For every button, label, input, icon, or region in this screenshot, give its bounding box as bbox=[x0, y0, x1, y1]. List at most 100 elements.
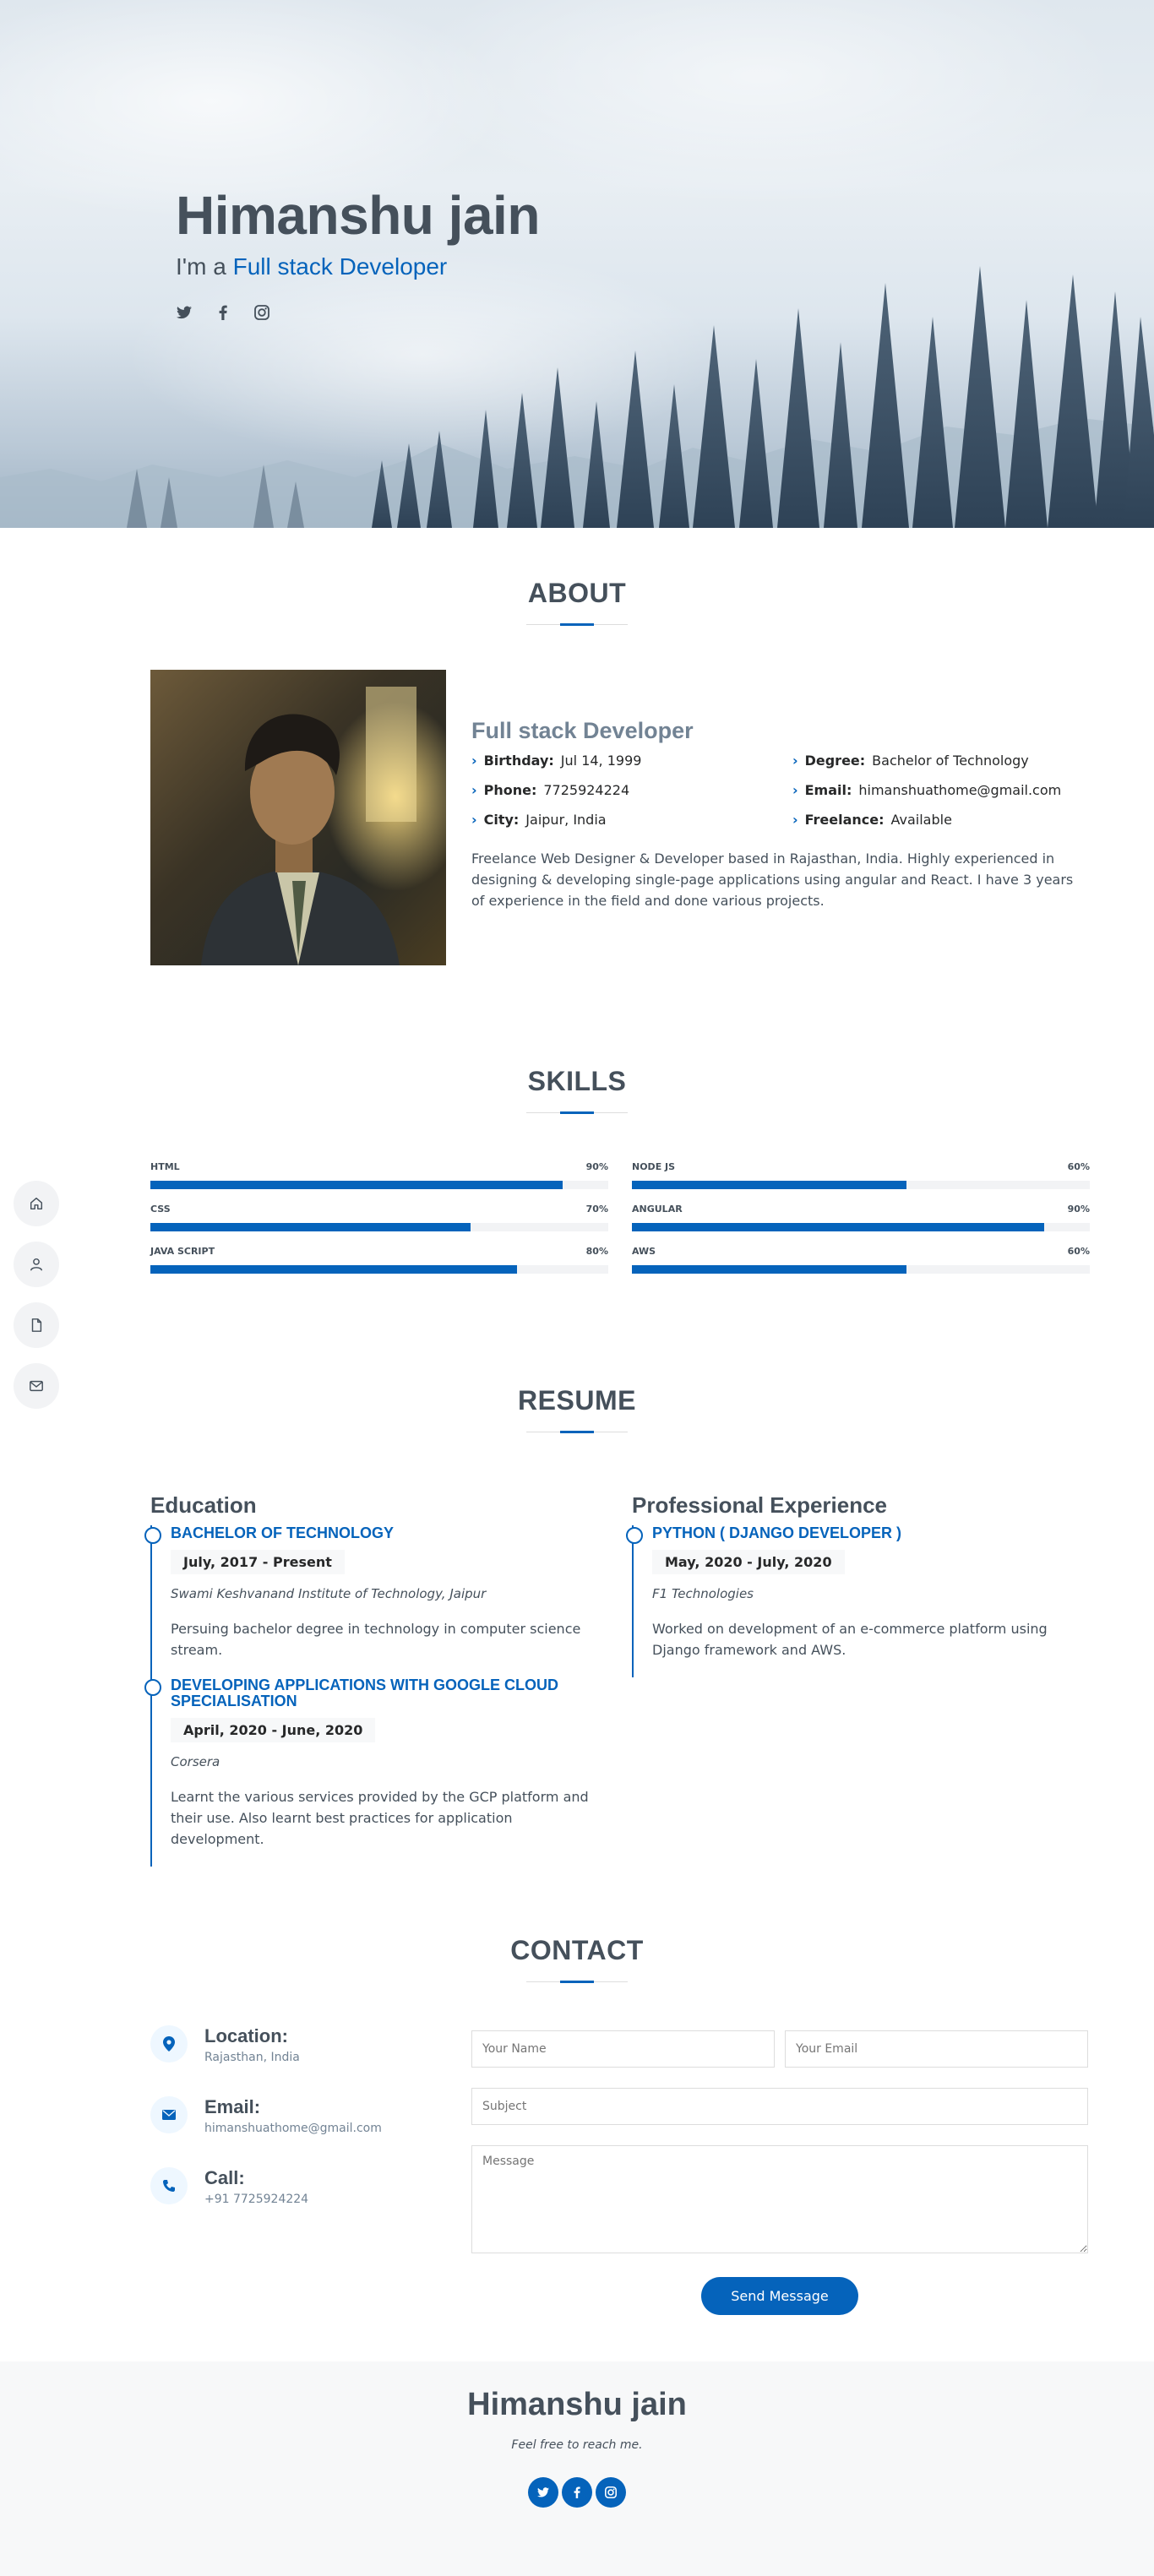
resume-item-date: May, 2020 - July, 2020 bbox=[652, 1550, 845, 1574]
instagram-icon[interactable] bbox=[253, 304, 270, 321]
fact-city: › City: Jaipur, India bbox=[471, 812, 792, 828]
home-icon bbox=[30, 1197, 43, 1210]
resume-title: RESUME bbox=[0, 1385, 1154, 1433]
experience-column: Professional Experience PYTHON ( DJANGO … bbox=[626, 1492, 1090, 1677]
map-marker-icon bbox=[150, 2025, 188, 2062]
resume-item-date: July, 2017 - Present bbox=[171, 1550, 345, 1574]
footer: Himanshu jain Feel free to reach me. bbox=[0, 2361, 1154, 2576]
skill-javascript: JAVA SCRIPT 80% bbox=[150, 1246, 608, 1274]
name-input[interactable] bbox=[471, 2030, 775, 2068]
tagline-typed: Full stack Developer bbox=[232, 253, 448, 280]
skill-bar-fill bbox=[150, 1181, 563, 1189]
nav-home-button[interactable] bbox=[14, 1181, 59, 1226]
contact-label: Location: bbox=[204, 2025, 288, 2046]
hero-content: Himanshu jain I'm a Full stack Developer bbox=[176, 184, 540, 321]
about-role: Full stack Developer bbox=[471, 718, 694, 743]
chevron-right-icon: › bbox=[471, 782, 477, 798]
nav-resume-button[interactable] bbox=[14, 1302, 59, 1348]
instagram-icon[interactable] bbox=[596, 2477, 626, 2508]
chevron-right-icon: › bbox=[792, 753, 798, 769]
about-facts: › Birthday: Jul 14, 1999 › Degree: Bachelor … bbox=[471, 753, 1088, 828]
fact-value: himanshuathome@gmail.com bbox=[858, 782, 1062, 798]
contact-value[interactable]: himanshuathome@gmail.com bbox=[204, 2122, 382, 2135]
education-column: Education BACHELOR OF TECHNOLOGY July, 2… bbox=[144, 1492, 608, 1867]
about-description: Freelance Web Designer & Developer based… bbox=[471, 851, 1074, 909]
contact-form: Send Message bbox=[471, 2030, 1088, 2315]
title-underline bbox=[526, 1981, 628, 1983]
fact-label: Birthday: bbox=[483, 753, 554, 769]
profile-portrait bbox=[201, 687, 416, 965]
resume-item-institution: Swami Keshvanand Institute of Technology… bbox=[171, 1586, 487, 1601]
hero-name: Himanshu jain bbox=[176, 185, 540, 246]
hero-tagline: I'm a Full stack Developer bbox=[176, 253, 540, 280]
subject-input[interactable] bbox=[471, 2088, 1088, 2125]
skill-bar-fill bbox=[632, 1265, 907, 1274]
nav-about-button[interactable] bbox=[14, 1242, 59, 1287]
experience-heading: Professional Experience bbox=[632, 1492, 888, 1518]
skill-name: AWS bbox=[632, 1246, 656, 1257]
about-title: ABOUT bbox=[0, 578, 1154, 626]
resume-item-date: April, 2020 - June, 2020 bbox=[171, 1718, 376, 1742]
skill-name: HTML bbox=[150, 1161, 180, 1172]
contact-info: Location: Rajasthan, India Email: himanshu… bbox=[150, 2025, 429, 2238]
envelope-icon bbox=[150, 2096, 188, 2133]
resume-item-title: PYTHON ( DJANGO DEVELOPER ) bbox=[652, 1524, 902, 1541]
resume-item-title: BACHELOR OF TECHNOLOGY bbox=[171, 1524, 394, 1541]
resume-item-description: Worked on development of an e-commerce p… bbox=[652, 1621, 1048, 1658]
chevron-right-icon: › bbox=[471, 812, 477, 828]
contact-label: Call: bbox=[204, 2167, 245, 2188]
skill-value: 60% bbox=[1067, 1246, 1090, 1257]
fact-label: City: bbox=[483, 812, 520, 828]
email-input[interactable] bbox=[785, 2030, 1088, 2068]
skill-html: HTML 90% bbox=[150, 1161, 608, 1189]
resume-item-description: Persuing bachelor degree in technology i… bbox=[171, 1621, 581, 1658]
skill-aws: AWS 60% bbox=[632, 1246, 1090, 1274]
skill-bar bbox=[632, 1265, 1090, 1274]
fact-email: › Email: himanshuathome@gmail.com bbox=[792, 782, 1088, 798]
facebook-icon[interactable] bbox=[215, 304, 231, 321]
chevron-right-icon: › bbox=[792, 812, 798, 828]
skill-bar-fill bbox=[632, 1181, 907, 1189]
hero-social-links bbox=[176, 304, 540, 321]
skill-value: 90% bbox=[1067, 1204, 1090, 1215]
chevron-right-icon: › bbox=[471, 753, 477, 769]
fact-label: Email: bbox=[804, 782, 852, 798]
resume-item-institution: F1 Technologies bbox=[652, 1586, 754, 1601]
skill-bar-fill bbox=[150, 1223, 471, 1231]
twitter-icon[interactable] bbox=[528, 2477, 558, 2508]
tagline-prefix: I'm a bbox=[176, 253, 226, 280]
title-underline bbox=[526, 623, 628, 626]
resume-item-description: Learnt the various services provided by … bbox=[171, 1789, 589, 1847]
title-underline bbox=[526, 1111, 628, 1114]
forest-illustration bbox=[0, 266, 1154, 528]
send-message-button[interactable]: Send Message bbox=[701, 2277, 858, 2315]
contact-value: Rajasthan, India bbox=[204, 2051, 300, 2064]
facebook-icon[interactable] bbox=[562, 2477, 592, 2508]
about-heading: ABOUT bbox=[527, 578, 627, 608]
fact-birthday: › Birthday: Jul 14, 1999 bbox=[471, 753, 792, 769]
education-heading: Education bbox=[150, 1492, 257, 1518]
contact-value[interactable]: +91 7725924224 bbox=[204, 2193, 308, 2206]
about-info: Full stack Developer › Birthday: Jul 14, 1… bbox=[471, 718, 1088, 911]
skill-angular: ANGULAR 90% bbox=[632, 1204, 1090, 1231]
fact-label: Freelance: bbox=[804, 812, 885, 828]
skill-bar bbox=[150, 1223, 608, 1231]
phone-icon bbox=[150, 2167, 188, 2204]
skills-title: SKILLS bbox=[0, 1066, 1154, 1114]
chevron-right-icon: › bbox=[792, 782, 798, 798]
skill-name: NODE JS bbox=[632, 1161, 676, 1172]
skill-bar-fill bbox=[150, 1265, 517, 1274]
user-icon bbox=[30, 1258, 43, 1271]
fact-label: Phone: bbox=[483, 782, 537, 798]
skill-name: CSS bbox=[150, 1204, 171, 1215]
contact-email: Email: himanshuathome@gmail.com bbox=[150, 2096, 429, 2135]
fact-phone: › Phone: 7725924224 bbox=[471, 782, 792, 798]
fact-value: Jul 14, 1999 bbox=[560, 753, 642, 769]
skill-value: 90% bbox=[585, 1161, 608, 1172]
contact-heading: CONTACT bbox=[510, 1935, 644, 1965]
message-input[interactable] bbox=[471, 2145, 1088, 2253]
twitter-icon[interactable] bbox=[176, 304, 193, 321]
fact-degree: › Degree: Bachelor of Technology bbox=[792, 753, 1088, 769]
resume-item: BACHELOR OF TECHNOLOGY July, 2017 - Pres… bbox=[144, 1524, 608, 1677]
fact-value: 7725924224 bbox=[543, 782, 630, 798]
